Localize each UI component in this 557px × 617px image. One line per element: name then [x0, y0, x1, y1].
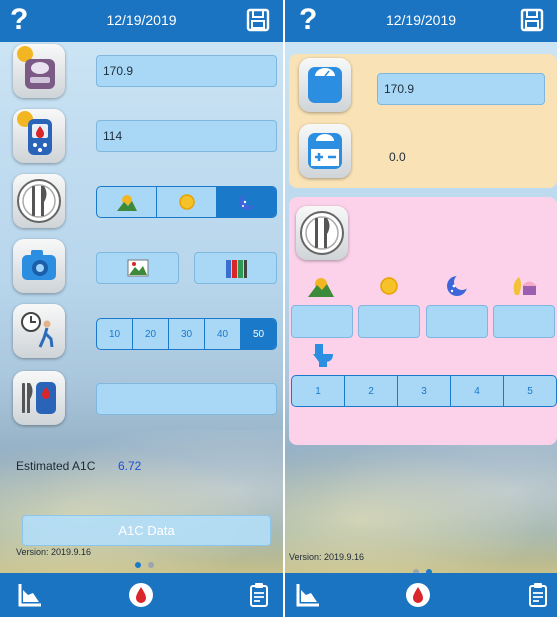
clipboard-icon[interactable] [525, 582, 551, 608]
minutes-selector: 10 20 30 40 50 [96, 318, 277, 350]
meal-time-selector [96, 186, 277, 218]
moon-icon [238, 192, 258, 210]
bathroom-option[interactable]: 2 [345, 376, 398, 406]
date-label[interactable]: 12/19/2019 [285, 12, 557, 28]
minutes-option[interactable]: 40 [205, 319, 241, 349]
header-bar: ? 12/19/2019 [285, 0, 557, 42]
camera-icon[interactable] [13, 239, 65, 293]
photo-button[interactable] [96, 252, 179, 284]
date-label[interactable]: 12/19/2019 [0, 12, 283, 28]
bathroom-option[interactable]: 4 [451, 376, 504, 406]
minutes-option[interactable]: 20 [133, 319, 169, 349]
a1c-data-button[interactable]: A1C Data [22, 515, 271, 546]
library-button[interactable] [194, 252, 277, 284]
tab-bar [285, 573, 557, 617]
sunrise-icon [116, 195, 137, 211]
page-dot[interactable] [148, 562, 154, 568]
snack-icon [509, 271, 539, 297]
save-icon[interactable] [245, 7, 271, 33]
weight-field[interactable]: 170.9 [377, 73, 545, 105]
bathroom-selector: 1 2 3 4 5 [291, 375, 557, 407]
snack-field[interactable] [493, 305, 555, 338]
bathroom-option[interactable]: 1 [292, 376, 345, 406]
toilet-icon [309, 342, 339, 368]
glucose-meter-icon[interactable] [13, 109, 65, 163]
save-icon[interactable] [519, 7, 545, 33]
glucose-field[interactable]: 114 [96, 120, 277, 152]
segment-morning[interactable] [97, 187, 157, 217]
minutes-option[interactable]: 30 [169, 319, 205, 349]
scale-icon[interactable] [299, 58, 351, 112]
header-bar: ? 12/19/2019 [0, 0, 283, 42]
estimated-a1c-label: Estimated A1C [16, 459, 96, 473]
page-indicator [135, 562, 154, 568]
photo-icon [127, 259, 148, 277]
walking-timer-icon[interactable] [13, 304, 65, 358]
tab-bar [0, 573, 283, 617]
clipboard-icon[interactable] [246, 582, 272, 608]
minutes-option[interactable]: 10 [97, 319, 133, 349]
dinner-field[interactable] [426, 305, 488, 338]
chart-icon[interactable] [295, 582, 321, 608]
lunch-sun-icon [374, 273, 404, 299]
version-label: Version: 2019.9.16 [16, 547, 92, 557]
lunch-field[interactable] [358, 305, 420, 338]
weight-change-value: 0.0 [389, 150, 406, 164]
weight-change-icon[interactable] [299, 124, 351, 178]
books-icon [225, 260, 247, 278]
minutes-option-selected[interactable]: 50 [241, 319, 276, 349]
breakfast-field[interactable] [291, 305, 353, 338]
bathroom-option[interactable]: 3 [398, 376, 451, 406]
chart-icon[interactable] [17, 582, 43, 608]
estimated-a1c-value: 6.72 [118, 459, 142, 473]
plate-icon [296, 206, 348, 260]
segment-evening[interactable] [217, 187, 276, 217]
page-dot-active[interactable] [135, 562, 141, 568]
dinner-moon-icon [442, 273, 472, 299]
sun-icon [178, 194, 195, 210]
blood-drop-icon[interactable] [405, 582, 431, 608]
breakfast-sunrise-icon [306, 273, 336, 299]
plate-icon [13, 174, 65, 228]
blood-drop-icon[interactable] [128, 582, 154, 608]
daily-log-screen: ? 12/19/2019 170.9 0.0 1 2 3 4 5 Version… [285, 0, 557, 617]
segment-midday[interactable] [157, 187, 217, 217]
notes-field[interactable] [96, 383, 277, 415]
weight-field[interactable]: 170.9 [96, 55, 277, 87]
scale-icon[interactable] [13, 44, 65, 98]
entry-screen: ? 12/19/2019 170.9 114 10 20 30 40 50 Es… [0, 0, 283, 617]
fork-glucose-icon[interactable] [13, 371, 65, 425]
version-label: Version: 2019.9.16 [289, 552, 365, 562]
bathroom-option[interactable]: 5 [504, 376, 556, 406]
